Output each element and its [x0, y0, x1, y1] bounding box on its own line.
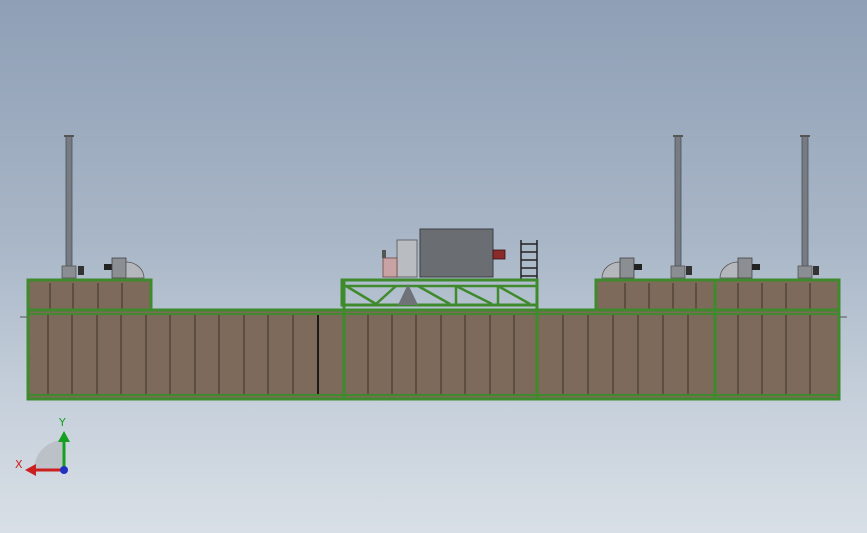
- upper-left-module: [26, 278, 153, 312]
- access-ladder: [520, 240, 538, 280]
- central-equipment: [382, 228, 538, 280]
- z-axis-dot: [60, 466, 68, 474]
- exhaust-stack-middle-right: [670, 135, 686, 279]
- blower-fan-left: [104, 257, 145, 279]
- cad-viewport[interactable]: Y X: [0, 0, 867, 533]
- cad-drawing: Y X: [15, 135, 847, 476]
- stack-motor-left: [78, 266, 84, 275]
- exhaust-stack-left: [61, 135, 77, 279]
- blower-fan-right: [719, 257, 760, 279]
- exhaust-stack-far-right: [797, 135, 813, 279]
- y-axis-label: Y: [58, 416, 66, 429]
- truss-platform: [340, 278, 539, 307]
- stack-motor-right: [813, 266, 819, 275]
- x-axis-label: X: [15, 458, 23, 471]
- blower-fan-mid: [601, 257, 642, 279]
- coordinate-triad: Y X: [15, 416, 70, 476]
- upper-right-module: [594, 278, 841, 312]
- stack-motor-mid: [686, 266, 692, 275]
